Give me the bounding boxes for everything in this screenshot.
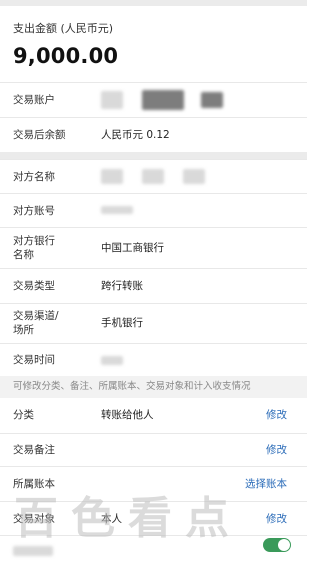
- redacted-label: [13, 546, 53, 556]
- redacted-time: [101, 356, 123, 365]
- redacted-name: [142, 169, 164, 184]
- amount-value: 9,000.00: [13, 44, 119, 68]
- redacted-account-part: [101, 91, 123, 109]
- row-balance: 交易后余额 人民币元 0.12: [0, 117, 321, 152]
- edit-hint: 可修改分类、备注、所属账本、交易对象和计入收支情况: [0, 376, 321, 398]
- row-counterparty-account: 对方账号: [0, 193, 321, 227]
- redacted-account-part: [142, 90, 184, 110]
- row-transaction-type: 交易类型 跨行转账: [0, 268, 321, 303]
- row-key: 交易备注: [13, 444, 55, 456]
- row-value: 跨行转账: [101, 280, 143, 292]
- row-key: 交易账户: [13, 94, 55, 106]
- edit-object-button[interactable]: 修改: [266, 512, 287, 526]
- row-category[interactable]: 分类 转账给他人 修改: [0, 398, 321, 433]
- edit-note-button[interactable]: 修改: [266, 443, 287, 457]
- row-key: 对方账号: [13, 205, 55, 217]
- row-value: 人民币元 0.12: [101, 129, 170, 141]
- row-value: 本人: [101, 513, 122, 525]
- row-note[interactable]: 交易备注 修改: [0, 433, 321, 466]
- row-channel: 交易渠道/ 场所 手机银行: [0, 303, 321, 343]
- row-counterparty-name: 对方名称: [0, 159, 321, 193]
- row-key: 交易时间: [13, 354, 55, 366]
- amount-block: 支出金额 (人民币元) 9,000.00: [0, 6, 321, 82]
- amount-label: 支出金额 (人民币元): [13, 22, 114, 35]
- row-key: 交易后余额: [13, 129, 66, 141]
- row-key: 交易类型: [13, 280, 55, 292]
- section-divider: [0, 152, 321, 159]
- redacted-name: [101, 169, 123, 184]
- redacted-account-part: [201, 92, 223, 108]
- row-key-line1: 对方银行: [13, 235, 55, 247]
- row-key: 分类: [13, 409, 34, 421]
- row-value: 转账给他人: [101, 409, 154, 421]
- row-counterparty-bank: 对方银行 名称 中国工商银行: [0, 227, 321, 268]
- edit-category-button[interactable]: 修改: [266, 408, 287, 422]
- row-counterparty-object[interactable]: 交易对象 本人 修改: [0, 501, 321, 535]
- right-margin: [307, 0, 321, 579]
- row-key: 交易对象: [13, 513, 55, 525]
- toggle-knob: [278, 539, 290, 551]
- row-key: 所属账本: [13, 478, 55, 490]
- row-ledger[interactable]: 所属账本 选择账本: [0, 466, 321, 501]
- row-key-line1: 交易渠道/: [13, 310, 59, 322]
- row-account: 交易账户: [0, 82, 321, 117]
- row-key-line2: 场所: [13, 324, 34, 336]
- select-ledger-button[interactable]: 选择账本: [245, 477, 287, 491]
- row-key-line2: 名称: [13, 249, 34, 261]
- redacted-account-number: [101, 206, 133, 214]
- redacted-name: [183, 169, 205, 184]
- row-key: 对方名称: [13, 171, 55, 183]
- row-value: 中国工商银行: [101, 242, 164, 254]
- row-transaction-time: 交易时间: [0, 343, 321, 376]
- include-in-stats-toggle[interactable]: [263, 538, 291, 552]
- row-value: 手机银行: [101, 317, 143, 329]
